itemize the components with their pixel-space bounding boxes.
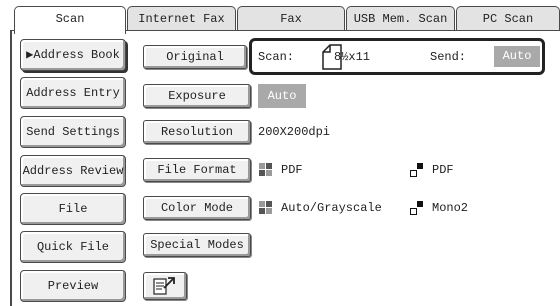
- file-format-color-value: PDF: [281, 163, 303, 177]
- sidebar-item-label: Address Entry: [26, 86, 120, 100]
- resolution-value: 200X200dpi: [258, 125, 331, 139]
- black-white-squares-icon: [410, 163, 424, 177]
- sidebar-item-label: Send Settings: [26, 125, 120, 139]
- send-label: Send:: [430, 50, 467, 64]
- scan-label: Scan:: [258, 50, 295, 64]
- exposure-button[interactable]: Exposure: [143, 84, 251, 108]
- sidebar-item-label: Address Review: [22, 164, 124, 178]
- scan-size-value: 8½x11: [334, 50, 371, 64]
- file-format-button[interactable]: File Format: [143, 158, 251, 182]
- sidebar-item-address-book[interactable]: ▶Address Book: [20, 39, 126, 71]
- color-mode-mono-value: Mono2: [432, 201, 469, 215]
- content-border: [10, 30, 12, 306]
- sidebar-item-label: Address Book: [33, 48, 120, 62]
- sidebar-item-quick-file[interactable]: Quick File: [20, 231, 126, 263]
- original-status-box: Scan: 8½x11 Send: Auto: [249, 38, 545, 75]
- sidebar-item-label: Quick File: [36, 240, 109, 254]
- sidebar-item-label: Preview: [47, 279, 99, 293]
- sidebar-item-file[interactable]: File: [20, 193, 126, 225]
- tab-scan[interactable]: Scan: [14, 6, 126, 34]
- color-mode-color-value: Auto/Grayscale: [281, 201, 382, 215]
- sidebar-item-address-entry[interactable]: Address Entry: [20, 77, 126, 109]
- four-square-color-icon: [259, 201, 273, 215]
- special-modes-button[interactable]: Special Modes: [143, 233, 251, 257]
- exposure-value: Auto: [258, 84, 306, 108]
- black-white-squares-icon: [410, 201, 424, 215]
- sidebar-item-label: File: [58, 202, 88, 216]
- program-button[interactable]: [143, 272, 187, 300]
- sidebar-item-preview[interactable]: Preview: [20, 270, 126, 302]
- four-square-color-icon: [259, 163, 273, 177]
- send-size-value: Auto: [494, 46, 540, 67]
- tab-pc-scan[interactable]: PC Scan: [456, 6, 560, 31]
- color-mode-button[interactable]: Color Mode: [143, 196, 251, 220]
- tab-internet-fax[interactable]: Internet Fax: [127, 6, 236, 31]
- original-button[interactable]: Original: [143, 45, 247, 69]
- file-format-mono-value: PDF: [432, 163, 454, 177]
- tab-fax[interactable]: Fax: [237, 6, 345, 31]
- tab-usb-mem-scan[interactable]: USB Mem. Scan: [346, 6, 455, 31]
- program-arrow-icon: [153, 276, 177, 296]
- sidebar-item-address-review[interactable]: Address Review: [20, 155, 126, 187]
- sidebar-item-send-settings[interactable]: Send Settings: [20, 116, 126, 148]
- resolution-button[interactable]: Resolution: [143, 120, 251, 144]
